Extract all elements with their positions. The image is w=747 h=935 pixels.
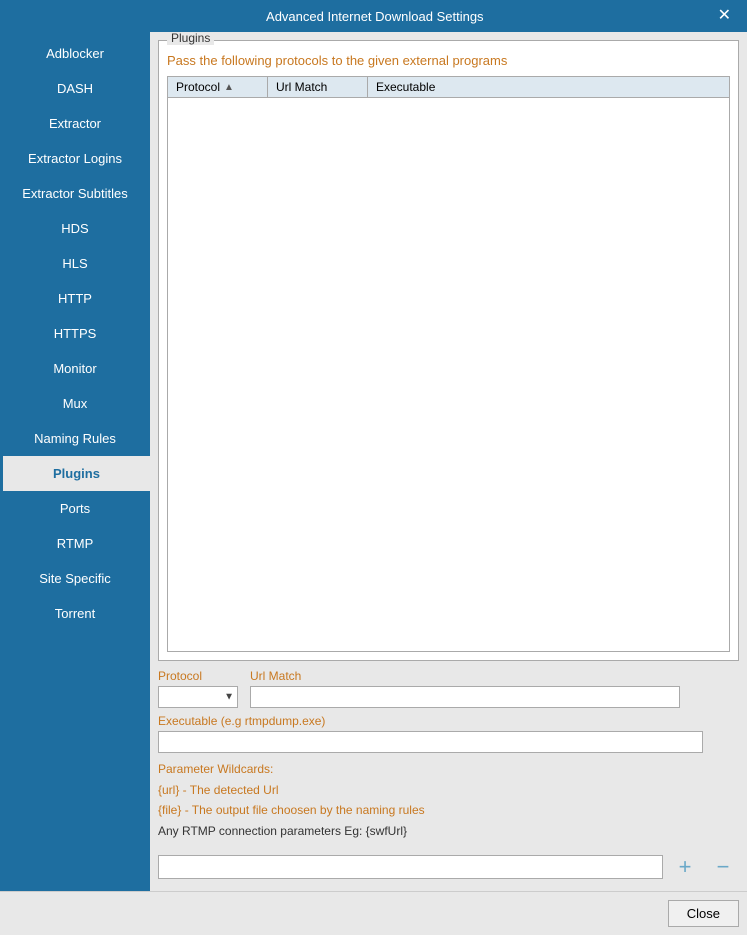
footer-bar: Close [0,891,747,935]
wildcards-title-text: Parameter Wildcards: [158,762,273,776]
window-close-button[interactable]: ✕ [714,6,735,26]
sidebar-item-ports[interactable]: Ports [0,491,150,526]
plugins-legend: Plugins [167,32,214,45]
sidebar-item-site-specific[interactable]: Site Specific [0,561,150,596]
sidebar-item-http[interactable]: HTTP [0,281,150,316]
wildcard-url-text: {url} - The detected Url [158,783,279,797]
add-button[interactable]: + [669,851,701,883]
instruction-text: Pass the following protocols to the give… [167,53,730,68]
sidebar-item-hls[interactable]: HLS [0,246,150,281]
bottom-form: Protocol rtmp rtmpe rtmps rtmpt rtmpte ▼ [158,669,739,883]
sidebar-item-monitor[interactable]: Monitor [0,351,150,386]
sidebar-item-plugins[interactable]: Plugins [0,456,150,491]
sidebar-item-hds[interactable]: HDS [0,211,150,246]
wildcards-section: Parameter Wildcards: {url} - The detecte… [158,759,739,841]
main-content: AdblockerDASHExtractorExtractor LoginsEx… [0,32,747,891]
urlmatch-input[interactable] [250,686,680,708]
executable-field: Executable (e.g rtmpdump.exe) [158,714,739,753]
sidebar-item-dash[interactable]: DASH [0,71,150,106]
col-header-urlmatch[interactable]: Url Match [268,77,368,97]
col-protocol-label: Protocol [176,80,220,94]
protocol-select-wrap: rtmp rtmpe rtmps rtmpt rtmpte ▼ [158,686,238,708]
executable-input[interactable] [158,731,703,753]
sidebar-item-mux[interactable]: Mux [0,386,150,421]
sidebar-item-extractor-logins[interactable]: Extractor Logins [0,141,150,176]
protocol-urlmatch-row: Protocol rtmp rtmpe rtmps rtmpt rtmpte ▼ [158,669,739,708]
wildcards-title: Parameter Wildcards: [158,759,739,779]
sidebar-item-torrent[interactable]: Torrent [0,596,150,631]
col-urlmatch-label: Url Match [276,80,327,94]
wildcard-url-line: {url} - The detected Url [158,780,739,800]
wildcard-file-text: {file} - The output file choosen by the … [158,803,425,817]
main-window: Advanced Internet Download Settings ✕ Ad… [0,0,747,935]
table-body [168,98,729,498]
col-header-protocol[interactable]: Protocol ▲ [168,77,268,97]
col-executable-label: Executable [376,80,435,94]
table-header: Protocol ▲ Url Match Executable [168,77,729,98]
wildcard-rtmp-text: Any RTMP connection parameters Eg: {swfU… [158,824,407,838]
plugins-table: Protocol ▲ Url Match Executable [167,76,730,652]
urlmatch-field: Url Match [250,669,680,708]
plugins-group: Plugins Pass the following protocols to … [158,40,739,661]
sidebar-item-extractor[interactable]: Extractor [0,106,150,141]
sidebar-item-extractor-subtitles[interactable]: Extractor Subtitles [0,176,150,211]
add-remove-row: + − [158,851,739,883]
close-button[interactable]: Close [668,900,739,927]
sort-arrow-icon: ▲ [224,82,234,93]
right-panel: Plugins Pass the following protocols to … [150,32,747,891]
remove-button[interactable]: − [707,851,739,883]
wildcard-rtmp-line: Any RTMP connection parameters Eg: {swfU… [158,821,739,841]
window-title: Advanced Internet Download Settings [36,9,714,24]
sidebar-item-rtmp[interactable]: RTMP [0,526,150,561]
col-header-executable[interactable]: Executable [368,77,729,97]
executable-label: Executable (e.g rtmpdump.exe) [158,714,739,728]
sidebar-item-https[interactable]: HTTPS [0,316,150,351]
add-remove-input[interactable] [158,855,663,879]
title-bar: Advanced Internet Download Settings ✕ [0,0,747,32]
urlmatch-label: Url Match [250,669,680,683]
wildcard-file-line: {file} - The output file choosen by the … [158,800,739,820]
sidebar-item-adblocker[interactable]: Adblocker [0,36,150,71]
sidebar: AdblockerDASHExtractorExtractor LoginsEx… [0,32,150,891]
protocol-select[interactable]: rtmp rtmpe rtmps rtmpt rtmpte [158,686,238,708]
protocol-label: Protocol [158,669,238,683]
sidebar-item-naming-rules[interactable]: Naming Rules [0,421,150,456]
protocol-field: Protocol rtmp rtmpe rtmps rtmpt rtmpte ▼ [158,669,238,708]
